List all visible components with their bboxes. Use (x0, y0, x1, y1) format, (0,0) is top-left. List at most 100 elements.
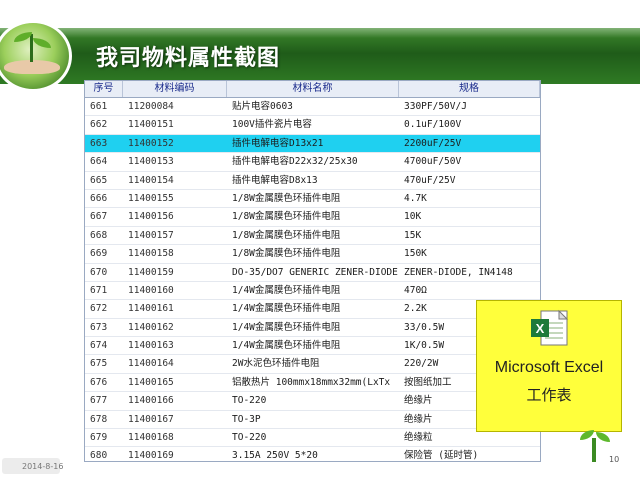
row-spec[interactable]: 470Ω (399, 282, 540, 299)
row-code[interactable]: 11200084 (123, 98, 227, 115)
header-name[interactable]: 材料名称 (227, 81, 399, 97)
row-name[interactable]: 1/4W金属膜色环插件电阻 (227, 300, 399, 317)
row-spec[interactable]: 10K (399, 208, 540, 225)
table-row[interactable]: 668 11400157 1/8W金属膜色环插件电阻 15K (85, 227, 540, 246)
row-index[interactable]: 671 (85, 282, 123, 299)
row-index[interactable]: 678 (85, 411, 123, 428)
table-row[interactable]: 677 11400166 TO-220 绝缘片 (85, 392, 540, 411)
row-index[interactable]: 675 (85, 355, 123, 372)
row-spec[interactable]: 150K (399, 245, 540, 262)
table-row[interactable]: 664 11400153 插件电解电容D22x32/25x30 4700uF/50V (85, 153, 540, 172)
row-index[interactable]: 664 (85, 153, 123, 170)
row-name[interactable]: 1/8W金属膜色环插件电阻 (227, 190, 399, 207)
row-spec[interactable]: 2200uF/25V (399, 135, 540, 152)
row-index[interactable]: 662 (85, 116, 123, 133)
row-index[interactable]: 670 (85, 264, 123, 281)
row-code[interactable]: 11400158 (123, 245, 227, 262)
table-row[interactable]: 669 11400158 1/8W金属膜色环插件电阻 150K (85, 245, 540, 264)
row-code[interactable]: 11400167 (123, 411, 227, 428)
row-name[interactable]: 2W水泥色环插件电阻 (227, 355, 399, 372)
row-index[interactable]: 677 (85, 392, 123, 409)
row-code[interactable]: 11400159 (123, 264, 227, 281)
row-code[interactable]: 11400153 (123, 153, 227, 170)
table-row[interactable]: 671 11400160 1/4W金属膜色环插件电阻 470Ω (85, 282, 540, 301)
material-table: 序号 材料编码 材料名称 规格 661 11200084 贴片电容0603 330PF… (84, 80, 541, 462)
row-name[interactable]: 1/4W金属膜色环插件电阻 (227, 282, 399, 299)
row-index[interactable]: 674 (85, 337, 123, 354)
row-spec[interactable]: 0.1uF/100V (399, 116, 540, 133)
row-spec[interactable]: 470uF/25V (399, 172, 540, 189)
row-code[interactable]: 11400166 (123, 392, 227, 409)
row-name[interactable]: 插件电解电容D22x32/25x30 (227, 153, 399, 170)
row-index[interactable]: 665 (85, 172, 123, 189)
table-row[interactable]: 675 11400164 2W水泥色环插件电阻 220/2W (85, 355, 540, 374)
row-index[interactable]: 668 (85, 227, 123, 244)
row-code[interactable]: 11400165 (123, 374, 227, 391)
row-index[interactable]: 666 (85, 190, 123, 207)
row-code[interactable]: 11400154 (123, 172, 227, 189)
excel-label-type: 工作表 (526, 386, 572, 404)
row-code[interactable]: 11400168 (123, 429, 227, 446)
row-spec[interactable]: 15K (399, 227, 540, 244)
row-code[interactable]: 11400156 (123, 208, 227, 225)
row-name[interactable]: 插件电解电容D13x21 (227, 135, 399, 152)
row-code[interactable]: 11400164 (123, 355, 227, 372)
row-code[interactable]: 11400161 (123, 300, 227, 317)
row-code[interactable]: 11400151 (123, 116, 227, 133)
row-name[interactable]: 1/8W金属膜色环插件电阻 (227, 208, 399, 225)
table-row[interactable]: 663 11400152 插件电解电容D13x21 2200uF/25V (85, 134, 540, 154)
row-index[interactable]: 679 (85, 429, 123, 446)
table-row[interactable]: 678 11400167 TO-3P 绝缘片 (85, 411, 540, 430)
row-code[interactable]: 11400157 (123, 227, 227, 244)
row-name[interactable]: TO-220 (227, 392, 399, 409)
table-row[interactable]: 673 11400162 1/4W金属膜色环插件电阻 33/0.5W (85, 319, 540, 338)
table-row[interactable]: 670 11400159 DO-35/DO7 GENERIC ZENER-DIODE… (85, 264, 540, 282)
header-index[interactable]: 序号 (85, 81, 123, 97)
header-spec[interactable]: 规格 (399, 81, 540, 97)
row-name[interactable]: 铝散热片 100mmx18mmx32mm(LxTx (227, 374, 399, 391)
row-index[interactable]: 661 (85, 98, 123, 115)
row-index[interactable]: 676 (85, 374, 123, 391)
table-body: 661 11200084 贴片电容0603 330PF/50V/J 662 1140015… (85, 98, 540, 461)
table-row[interactable]: 667 11400156 1/8W金属膜色环插件电阻 10K (85, 208, 540, 227)
row-index[interactable]: 672 (85, 300, 123, 317)
table-row[interactable]: 662 11400151 100V插件瓷片电容 0.1uF/100V (85, 116, 540, 135)
table-row[interactable]: 676 11400165 铝散热片 100mmx18mmx32mm(LxTx 按图纸加… (85, 374, 540, 393)
table-row[interactable]: 679 11400168 TO-220 绝缘粒 (85, 429, 540, 448)
row-spec[interactable]: ZENER-DIODE, IN4148 (399, 264, 540, 281)
row-spec[interactable]: 保险管 (延时管) (399, 447, 540, 461)
row-name[interactable]: 插件电解电容D8x13 (227, 172, 399, 189)
row-name[interactable]: 100V插件瓷片电容 (227, 116, 399, 133)
row-code[interactable]: 11400163 (123, 337, 227, 354)
row-name[interactable]: 1/8W金属膜色环插件电阻 (227, 227, 399, 244)
row-name[interactable]: 贴片电容0603 (227, 98, 399, 115)
header-code[interactable]: 材料编码 (123, 81, 227, 97)
table-row[interactable]: 665 11400154 插件电解电容D8x13 470uF/25V (85, 172, 540, 190)
row-name[interactable]: 1/8W金属膜色环插件电阻 (227, 245, 399, 262)
row-name[interactable]: TO-220 (227, 429, 399, 446)
row-name[interactable]: 1/4W金属膜色环插件电阻 (227, 337, 399, 354)
table-row[interactable]: 680 11400169 3.15A 250V 5*20 保险管 (延时管) (85, 447, 540, 461)
row-spec[interactable]: 4700uF/50V (399, 153, 540, 170)
row-name[interactable]: 3.15A 250V 5*20 (227, 447, 399, 461)
row-index[interactable]: 673 (85, 319, 123, 336)
row-name[interactable]: TO-3P (227, 411, 399, 428)
row-name[interactable]: DO-35/DO7 GENERIC ZENER-DIODE (227, 264, 399, 281)
table-row[interactable]: 674 11400163 1/4W金属膜色环插件电阻 1K/0.5W (85, 337, 540, 356)
table-row[interactable]: 661 11200084 贴片电容0603 330PF/50V/J (85, 98, 540, 117)
excel-file-card[interactable]: X Microsoft Excel 工作表 (476, 300, 622, 432)
table-row[interactable]: 672 11400161 1/4W金属膜色环插件电阻 2.2K (85, 300, 540, 319)
row-index[interactable]: 663 (85, 135, 123, 152)
row-name[interactable]: 1/4W金属膜色环插件电阻 (227, 319, 399, 336)
row-code[interactable]: 11400160 (123, 282, 227, 299)
row-spec[interactable]: 330PF/50V/J (399, 98, 540, 115)
row-code[interactable]: 11400169 (123, 447, 227, 461)
row-index[interactable]: 680 (85, 447, 123, 461)
row-index[interactable]: 669 (85, 245, 123, 262)
table-row[interactable]: 666 11400155 1/8W金属膜色环插件电阻 4.7K (85, 190, 540, 209)
row-code[interactable]: 11400162 (123, 319, 227, 336)
row-spec[interactable]: 4.7K (399, 190, 540, 207)
row-index[interactable]: 667 (85, 208, 123, 225)
row-code[interactable]: 11400152 (123, 135, 227, 152)
row-code[interactable]: 11400155 (123, 190, 227, 207)
